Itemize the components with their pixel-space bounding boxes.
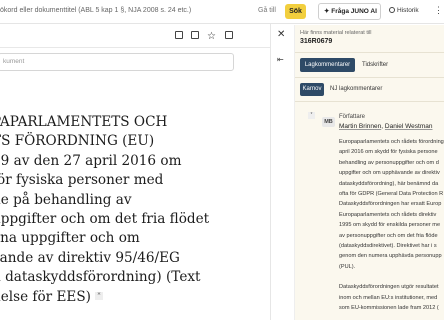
panel-header: Här finns material relaterat till: [300, 30, 372, 36]
commentary-line: genom den numera upphävda personupp: [339, 253, 442, 260]
title-line: 79 av den 27 april 2016 om: [0, 152, 182, 169]
author-label: Författare: [339, 114, 366, 120]
history-label: Historik: [397, 7, 419, 14]
title-line: uppgifter och om det fria flödet: [0, 210, 210, 227]
commentary-line: inom och mellan EU:s institutioner, med: [339, 294, 438, 301]
commentary-line: april 2016 om skydd för fysiska persone: [339, 149, 438, 156]
history-button[interactable]: Historik: [389, 7, 419, 14]
author-link[interactable]: Daniel Westman: [385, 123, 433, 130]
author-link[interactable]: Martin Brinnen: [339, 123, 381, 130]
search-button[interactable]: Sök: [285, 4, 306, 19]
panel-document-id: 316R0679: [300, 38, 333, 45]
ask-juno-ai-button[interactable]: ✦ Fråga JUNO AI: [318, 3, 381, 20]
panel-divider: [295, 101, 444, 102]
print-icon[interactable]: [175, 31, 183, 39]
title-line: PAPARLAMENTETS OCH: [0, 114, 168, 130]
close-icon[interactable]: ✕: [277, 29, 285, 40]
document-title: PAPARLAMENTETS OCH TS FÖRORDNING (EU) 79…: [0, 113, 270, 307]
document-toolbar: ☆: [175, 31, 241, 42]
more-dots-icon[interactable]: ⋮: [434, 5, 443, 16]
panel-rail: ✕ ⇤: [271, 25, 294, 320]
commentary-text: Europaparlamentets och rådets förordning…: [339, 137, 444, 314]
subtab-nj-lagkommentarer[interactable]: NJ lagkommentarer: [330, 86, 382, 92]
commentary-line: Dataskyddsförordningen har ersatt Europ: [339, 201, 442, 208]
goto-button[interactable]: Gå till: [258, 7, 276, 14]
commentary-line: behandling av personuppgifter och om d: [339, 159, 439, 166]
author-names: Martin Brinnen, Daniel Westman: [339, 123, 432, 130]
panel-divider: [295, 77, 444, 78]
commentary-line: av personuppgifter och om det fria flöde: [339, 232, 438, 239]
title-line: de på behandling av: [0, 191, 132, 208]
open-external-icon[interactable]: [225, 31, 233, 39]
commentary-line: Europaparlamentets och rådets direktiv: [339, 211, 437, 218]
commentary-line: Europaparlamentets och rådets förordning: [339, 139, 444, 145]
title-line: TS FÖRORDNING (EU): [0, 133, 155, 150]
document-pane: ☆ kument PAPARLAMENTETS OCH TS FÖRORDNIN…: [0, 25, 270, 320]
title-line-last: delse för EES) *: [0, 288, 270, 307]
commentary-line: 1995 om skydd för enskilda personer me: [339, 222, 441, 229]
commentary-line: (dataskyddsdirektivet). Direktivet har i…: [339, 242, 437, 249]
panel-divider: [295, 52, 444, 53]
clock-icon: [389, 7, 395, 13]
top-search-bar: ökord eller dokumenttitel (ABL 5 kap 1 §…: [0, 0, 444, 24]
commentary-line: som EU-kommissionen lade fram 2012 (: [339, 305, 439, 312]
title-line: n dataskyddsförordning) (Text: [0, 269, 201, 286]
toolbar-divider: [0, 47, 270, 48]
title-line: för fysiska personer med: [0, 172, 164, 189]
star-icon[interactable]: ☆: [207, 32, 217, 42]
related-material-panel: Här finns material relaterat till 316R06…: [294, 25, 444, 320]
author-avatar: MB: [322, 117, 335, 127]
commentary-line: ofta för GDPR (General Data Protection R: [339, 190, 444, 197]
title-line: delse för EES): [0, 288, 91, 305]
title-line: vande av direktiv 95/46/EG: [0, 249, 180, 266]
global-search-input[interactable]: ökord eller dokumenttitel (ABL 5 kap 1 §…: [0, 7, 191, 14]
tab-tidskrifter[interactable]: Tidskrifter: [362, 62, 388, 68]
copy-icon[interactable]: [191, 31, 199, 39]
commentary-line: uppgifter och om upphävande av direktiv: [339, 170, 440, 177]
commentary-line: Dataskyddsförordningen utgör resultatet: [339, 284, 439, 291]
title-line: ana uppgifter och om: [0, 230, 140, 247]
subtab-karnov[interactable]: Karnov: [300, 83, 324, 96]
footnote-marker[interactable]: *: [308, 112, 315, 119]
tab-lagkommentarer[interactable]: Lagkommentarer: [300, 58, 355, 72]
document-search-input[interactable]: kument: [0, 53, 234, 71]
commentary-line: (PUL).: [339, 263, 356, 270]
collapse-arrow-icon[interactable]: ⇤: [277, 55, 284, 64]
commentary-line: dataskyddsförordning), här benämnd da: [339, 180, 439, 187]
footnote-marker[interactable]: *: [94, 291, 103, 300]
ask-juno-ai-label: Fråga JUNO AI: [331, 8, 377, 15]
